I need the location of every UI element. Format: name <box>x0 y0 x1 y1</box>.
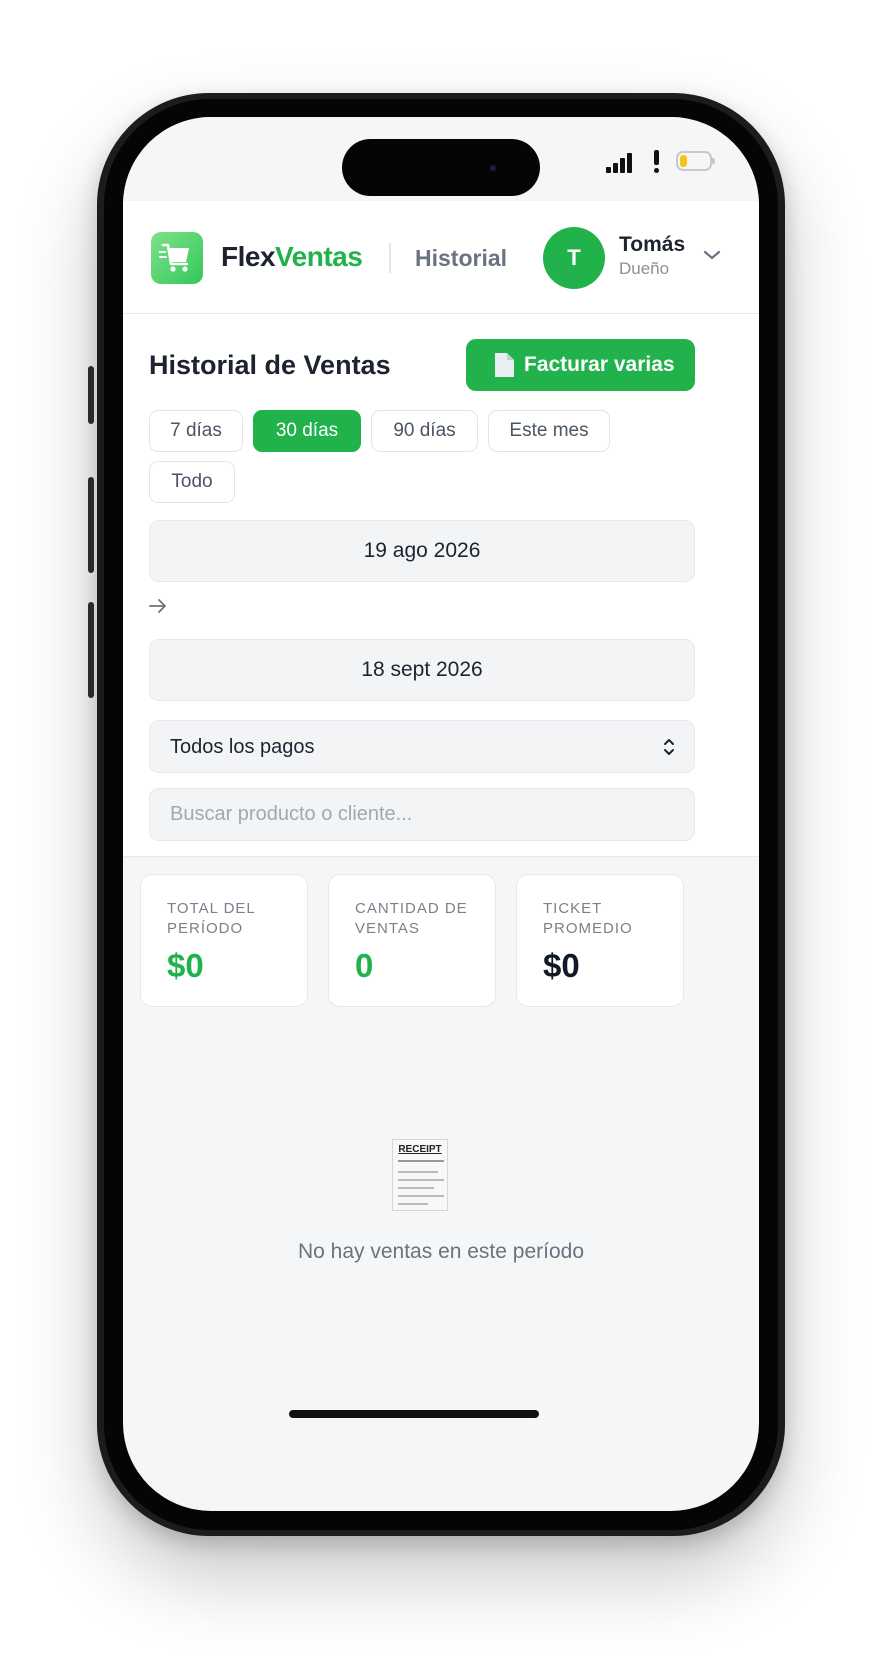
stat-card-total: TOTAL DEL PERÍODO $0 <box>140 874 308 1007</box>
receipt-title: RECEIPT <box>398 1144 442 1155</box>
bulk-invoice-label: Facturar varias <box>524 353 675 376</box>
range-chip-7d[interactable]: 7 días <box>149 410 243 452</box>
side-button-volume-down <box>88 602 94 698</box>
home-indicator[interactable] <box>289 1410 539 1418</box>
stat-label-count: CANTIDAD DE VENTAS <box>355 900 468 937</box>
avatar[interactable]: T <box>543 227 605 289</box>
side-button-action <box>88 366 94 424</box>
status-bar <box>123 117 759 201</box>
stat-value-average: $0 <box>543 947 580 984</box>
battery-level <box>680 155 687 167</box>
payment-method-select[interactable]: Todos los pagos <box>149 720 695 773</box>
receipt-icon: RECEIPT <box>392 1139 448 1211</box>
side-button-volume-up <box>88 477 94 573</box>
stat-value-count: 0 <box>355 947 374 984</box>
page-title: Historial de Ventas <box>149 350 391 380</box>
empty-state-message: No hay ventas en este período <box>297 1240 585 1263</box>
brand-part1: Flex <box>221 241 276 272</box>
signal-icon <box>606 153 634 173</box>
up-down-chevron-icon <box>664 739 674 755</box>
app-header: FlexVentas Historial T Tomás Dueño <box>123 201 759 314</box>
stat-value-total: $0 <box>167 947 204 984</box>
chevron-down-icon[interactable] <box>703 249 721 261</box>
stat-label-total: TOTAL DEL PERÍODO <box>167 900 256 937</box>
cart-logo-icon[interactable] <box>151 232 203 284</box>
range-chip-all[interactable]: Todo <box>149 461 235 503</box>
filters-panel: Historial de Ventas Facturar varias 7 dí… <box>123 314 759 857</box>
stat-label-average: TICKET PROMEDIO <box>543 900 633 937</box>
bulk-invoice-button[interactable]: Facturar varias <box>466 339 695 391</box>
date-to-field[interactable]: 18 sept 2026 <box>149 639 695 701</box>
header-divider <box>389 243 391 273</box>
document-icon <box>495 353 514 377</box>
camera-dot <box>490 165 496 171</box>
brand-part2: Ventas <box>275 241 363 272</box>
app-screen: FlexVentas Historial T Tomás Dueño Histo… <box>123 117 759 1511</box>
range-chip-90d[interactable]: 90 días <box>371 410 478 452</box>
arrow-right-icon <box>149 599 166 613</box>
stat-card-count: CANTIDAD DE VENTAS 0 <box>328 874 496 1007</box>
stat-card-average: TICKET PROMEDIO $0 <box>516 874 684 1007</box>
date-from-field[interactable]: 19 ago 2026 <box>149 520 695 582</box>
search-input[interactable] <box>149 788 695 841</box>
dynamic-island <box>342 139 540 196</box>
alert-icon <box>651 150 661 174</box>
range-chip-30d[interactable]: 30 días <box>253 410 361 452</box>
brand-name: FlexVentas <box>221 241 363 273</box>
payment-method-value: Todos los pagos <box>170 736 315 758</box>
current-section-label: Historial <box>415 245 508 271</box>
range-chip-this-month[interactable]: Este mes <box>488 410 610 452</box>
user-role: Dueño <box>619 259 670 278</box>
battery-icon <box>676 151 715 171</box>
user-name[interactable]: Tomás <box>619 233 685 257</box>
